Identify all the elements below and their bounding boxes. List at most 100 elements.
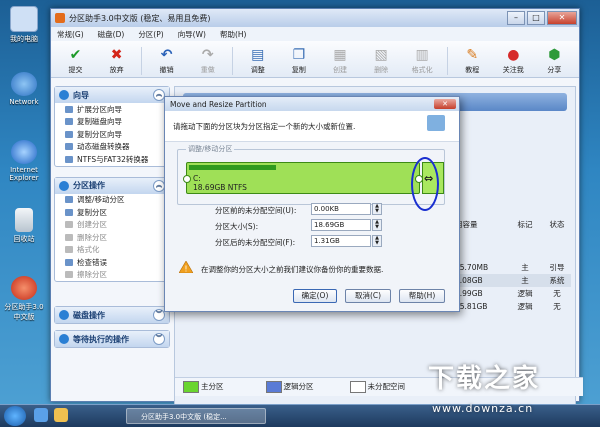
wizard-item-icon bbox=[65, 105, 73, 113]
op-item-icon bbox=[65, 233, 73, 241]
toolbar-copy-button[interactable]: ❐ 复制 bbox=[278, 47, 319, 75]
op-item-icon bbox=[65, 246, 73, 254]
toolbar-format-button[interactable]: ▥ 格式化 bbox=[402, 47, 443, 75]
partition-size-input[interactable]: 18.69GB bbox=[311, 219, 371, 231]
sidebar-item-delete-partition[interactable]: 删除分区 bbox=[55, 231, 169, 244]
desktop-icon-label: Network bbox=[9, 98, 39, 106]
pending-ops-header[interactable]: 等待执行的操作 ︾ bbox=[55, 331, 169, 347]
column-header[interactable]: 状态 bbox=[543, 219, 571, 231]
dialog-close-button[interactable]: ✕ bbox=[434, 99, 456, 109]
column-header[interactable]: 用容量 bbox=[455, 219, 507, 231]
sidebar-item-copy-disk-wizard[interactable]: 复制磁盘向导 bbox=[55, 116, 169, 129]
legend-swatch bbox=[183, 381, 199, 393]
sidebar-item-check-errors[interactable]: 检查错误 bbox=[55, 256, 169, 269]
tutorial-icon: ✎ bbox=[466, 47, 479, 63]
partition-ops-icon bbox=[59, 180, 69, 191]
table-row[interactable]: 8.08GB 主 系统 bbox=[455, 274, 571, 287]
desktop-icon-partition-assistant[interactable]: 分区助手3.0中文版 bbox=[2, 276, 46, 322]
desktop-icon-ie[interactable]: Internet Explorer bbox=[2, 140, 46, 182]
warning-icon: ! bbox=[179, 261, 193, 273]
toolbar-create-button[interactable]: ▦ 创建 bbox=[319, 47, 360, 75]
pending-ops-panel: 等待执行的操作 ︾ bbox=[54, 330, 170, 348]
sidebar-item-dynamic-disk-converter[interactable]: 动态磁盘转换器 bbox=[55, 141, 169, 154]
wizard-panel-header[interactable]: 向导 ︽ bbox=[55, 87, 169, 103]
cancel-button[interactable]: 取消(C) bbox=[345, 289, 391, 303]
menu-bar: 常规(G) 磁盘(D) 分区(P) 向导(W) 帮助(H) bbox=[51, 27, 579, 41]
stepper-icon[interactable]: ▲ ▼ bbox=[372, 203, 382, 215]
dialog-title-bar[interactable]: Move and Resize Partition bbox=[165, 97, 459, 111]
toolbar-follow-button[interactable]: ● 关注我 bbox=[493, 47, 534, 75]
resize-icon: ▤ bbox=[251, 47, 265, 63]
desktop-icon-network[interactable]: Network bbox=[2, 72, 46, 106]
toolbar-undo-button[interactable]: ↶ 撤销 bbox=[146, 47, 187, 75]
disk-ops-icon bbox=[59, 310, 69, 320]
partition-ops-header[interactable]: 分区操作 ︽ bbox=[55, 177, 169, 194]
copy-icon: ❐ bbox=[292, 47, 306, 63]
toolbar-separator bbox=[232, 47, 234, 75]
ie-quicklaunch-icon[interactable] bbox=[34, 408, 48, 422]
menu-partition[interactable]: 分区(P) bbox=[138, 29, 163, 40]
op-item-icon bbox=[65, 258, 73, 266]
unallocated-after-input[interactable]: 1.31GB bbox=[311, 235, 371, 247]
toolbar-tutorial-button[interactable]: ✎ 教程 bbox=[452, 47, 493, 75]
toolbar-redo-button[interactable]: ↷ 重做 bbox=[187, 47, 228, 75]
toolbar-separator bbox=[446, 47, 448, 75]
start-button[interactable] bbox=[4, 406, 26, 426]
close-button[interactable]: ✕ bbox=[547, 11, 577, 25]
sidebar-item-copy-partition[interactable]: 复制分区 bbox=[55, 206, 169, 219]
toolbar-resize-button[interactable]: ▤ 调整 bbox=[237, 47, 278, 75]
svg-text:!: ! bbox=[184, 265, 187, 274]
partition-ops-panel: 分区操作 ︽ 调整/移动分区 复制分区 创建分区 删除分区 格式化 检查错误 擦… bbox=[54, 176, 170, 282]
desktop-icon-label: 回收站 bbox=[13, 235, 35, 243]
sidebar-item-create-partition[interactable]: 创建分区 bbox=[55, 219, 169, 232]
maximize-button[interactable]: □ bbox=[527, 11, 545, 25]
menu-wizard[interactable]: 向导(W) bbox=[178, 29, 206, 40]
unallocated-before-input[interactable]: 0.00KB bbox=[311, 203, 371, 215]
toolbar-discard-button[interactable]: ✖ 放弃 bbox=[96, 47, 137, 75]
column-header[interactable]: 标记 bbox=[507, 219, 543, 231]
desktop-icon-my-computer[interactable]: 我的电脑 bbox=[2, 6, 46, 44]
desktop-icon-recycle-bin[interactable]: 回收站 bbox=[2, 208, 46, 244]
menu-help[interactable]: 帮助(H) bbox=[220, 29, 247, 40]
app-icon bbox=[55, 13, 65, 23]
op-item-icon bbox=[65, 271, 73, 279]
unallocated-before-label: 分区前的未分配空间(U): bbox=[215, 206, 297, 215]
title-bar[interactable]: 分区助手3.0中文版 (稳定、易用且免费) – □ ✕ bbox=[51, 9, 579, 27]
stepper-icon[interactable]: ▲ ▼ bbox=[372, 219, 382, 231]
sidebar-item-format[interactable]: 格式化 bbox=[55, 244, 169, 257]
watermark-url: www.downza.cn bbox=[432, 402, 534, 415]
disk-icon bbox=[427, 115, 445, 131]
highlight-circle bbox=[411, 157, 439, 211]
wizard-icon bbox=[59, 90, 69, 100]
ok-button[interactable]: 确定(O) bbox=[293, 289, 337, 303]
expand-icon[interactable]: ︾ bbox=[153, 333, 165, 345]
explorer-quicklaunch-icon[interactable] bbox=[54, 408, 68, 422]
toolbar-delete-button[interactable]: ▧ 删除 bbox=[361, 47, 402, 75]
sidebar: 向导 ︽ 扩展分区向导 复制磁盘向导 复制分区向导 动态磁盘转换器 NTFS与F… bbox=[54, 86, 170, 404]
wizard-item-icon bbox=[65, 143, 73, 151]
minimize-button[interactable]: – bbox=[507, 11, 525, 25]
wizard-panel: 向导 ︽ 扩展分区向导 复制磁盘向导 复制分区向导 动态磁盘转换器 NTFS与F… bbox=[54, 86, 170, 167]
table-row[interactable]: 15.81GB 逻辑 无 bbox=[455, 300, 571, 313]
sidebar-item-resize-move[interactable]: 调整/移动分区 bbox=[55, 194, 169, 207]
disk-ops-header[interactable]: 磁盘操作 ︾ bbox=[55, 307, 169, 323]
sidebar-item-ntfs-fat32-converter[interactable]: NTFS与FAT32转换器 bbox=[55, 153, 169, 166]
toolbar-apply-button[interactable]: ✔ 提交 bbox=[55, 47, 96, 75]
sidebar-item-extend-wizard[interactable]: 扩展分区向导 bbox=[55, 103, 169, 116]
taskbar-item-partition-assistant[interactable]: 分区助手3.0中文版 (稳定... bbox=[126, 408, 266, 424]
legend-primary: 主分区 bbox=[183, 381, 224, 393]
partition-block[interactable]: C: 18.69GB NTFS bbox=[186, 162, 420, 194]
help-button[interactable]: 帮助(H) bbox=[399, 289, 445, 303]
menu-general[interactable]: 常规(G) bbox=[57, 29, 84, 40]
resize-group: 调整/移动分区 C: 18.69GB NTFS ⇔ bbox=[177, 144, 445, 205]
left-resize-handle[interactable] bbox=[183, 175, 191, 183]
menu-disk[interactable]: 磁盘(D) bbox=[98, 29, 125, 40]
table-row[interactable]: 4.99GB 逻辑 无 bbox=[455, 287, 571, 300]
stepper-icon[interactable]: ▲ ▼ bbox=[372, 235, 382, 247]
sidebar-item-copy-partition-wizard[interactable]: 复制分区向导 bbox=[55, 128, 169, 141]
partition-table-header: 用容量 标记 状态 bbox=[455, 219, 571, 231]
wizard-item-icon bbox=[65, 155, 73, 163]
table-row[interactable]: 75.70MB 主 引导 bbox=[455, 261, 571, 274]
toolbar-share-button[interactable]: ⬢ 分享 bbox=[534, 47, 575, 75]
sidebar-item-wipe-partition[interactable]: 擦除分区 bbox=[55, 269, 169, 282]
